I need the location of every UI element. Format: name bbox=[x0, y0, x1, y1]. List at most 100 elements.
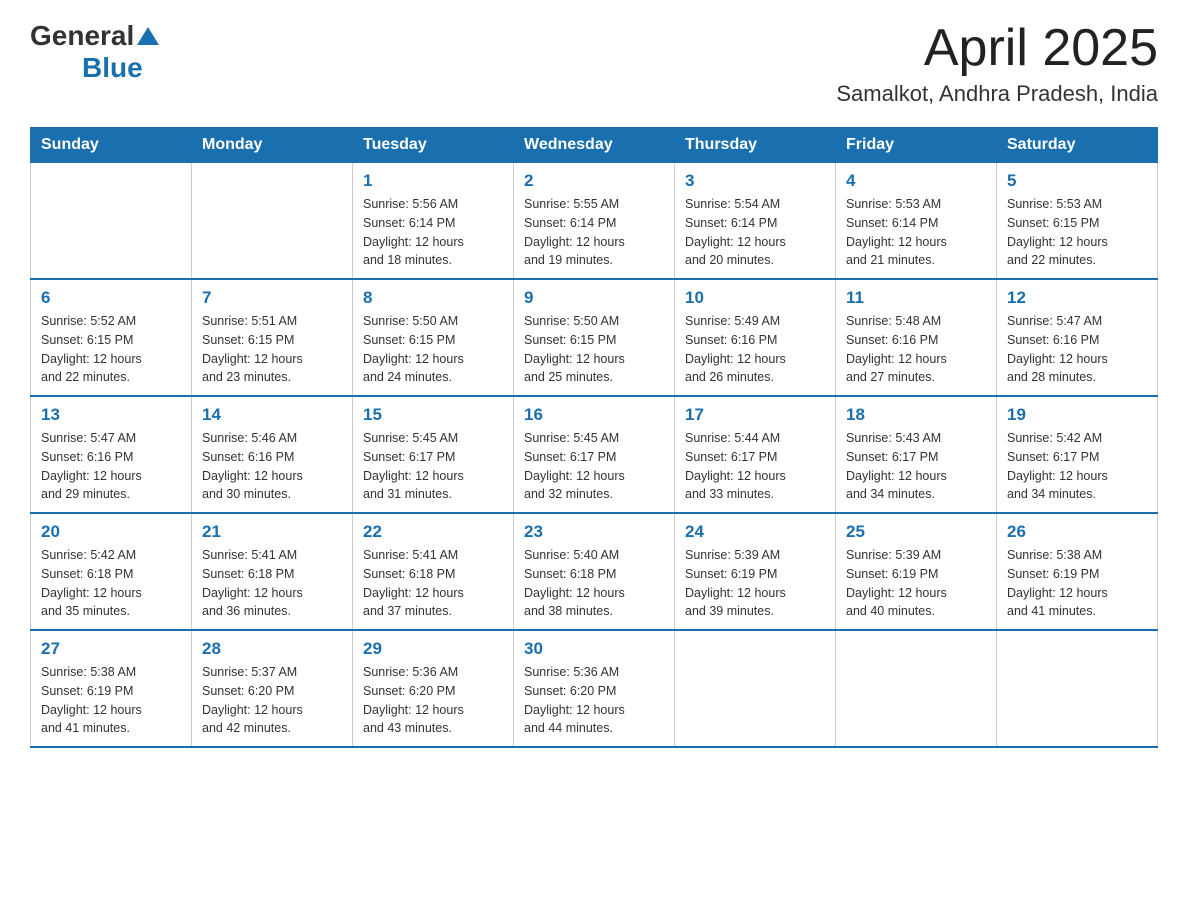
day-info: Sunrise: 5:42 AMSunset: 6:18 PMDaylight:… bbox=[41, 546, 181, 621]
calendar-cell: 26Sunrise: 5:38 AMSunset: 6:19 PMDayligh… bbox=[997, 513, 1158, 630]
calendar-cell: 22 Sunrise: 5:41 AMSunset: 6:18 PMDayligh… bbox=[353, 513, 514, 630]
day-info: Sunrise: 5:43 AMSunset: 6:17 PMDaylight:… bbox=[846, 429, 986, 504]
day-info: Sunrise: 5:39 AMSunset: 6:19 PMDaylight:… bbox=[685, 546, 825, 621]
day-number: 1 bbox=[363, 171, 503, 191]
calendar-cell: 25Sunrise: 5:39 AMSunset: 6:19 PMDayligh… bbox=[836, 513, 997, 630]
day-number: 6 bbox=[41, 288, 181, 308]
calendar-cell: 15 Sunrise: 5:45 AMSunset: 6:17 PMDayligh… bbox=[353, 396, 514, 513]
day-info: Sunrise: 5:44 AMSunset: 6:17 PMDaylight:… bbox=[685, 429, 825, 504]
calendar-cell: 28 Sunrise: 5:37 AMSunset: 6:20 PMDayligh… bbox=[192, 630, 353, 747]
calendar-cell: 14 Sunrise: 5:46 AMSunset: 6:16 PMDayligh… bbox=[192, 396, 353, 513]
calendar-cell: 18 Sunrise: 5:43 AMSunset: 6:17 PMDayligh… bbox=[836, 396, 997, 513]
calendar-table: SundayMondayTuesdayWednesdayThursdayFrid… bbox=[30, 127, 1158, 748]
day-info: Sunrise: 5:47 AMSunset: 6:16 PMDaylight:… bbox=[1007, 312, 1147, 387]
day-info: Sunrise: 5:36 AMSunset: 6:20 PMDaylight:… bbox=[363, 663, 503, 738]
calendar-week-row: 1 Sunrise: 5:56 AMSunset: 6:14 PMDaylight… bbox=[31, 163, 1158, 280]
day-number: 7 bbox=[202, 288, 342, 308]
day-info: Sunrise: 5:47 AMSunset: 6:16 PMDaylight:… bbox=[41, 429, 181, 504]
day-number: 16 bbox=[524, 405, 664, 425]
day-info: Sunrise: 5:36 AMSunset: 6:20 PMDaylight:… bbox=[524, 663, 664, 738]
day-number: 5 bbox=[1007, 171, 1147, 191]
day-number: 17 bbox=[685, 405, 825, 425]
calendar-header-friday: Friday bbox=[836, 128, 997, 163]
calendar-header-wednesday: Wednesday bbox=[514, 128, 675, 163]
day-number: 8 bbox=[363, 288, 503, 308]
day-info: Sunrise: 5:53 AMSunset: 6:14 PMDaylight:… bbox=[846, 195, 986, 270]
day-number: 19 bbox=[1007, 405, 1147, 425]
calendar-cell: 30 Sunrise: 5:36 AMSunset: 6:20 PMDayligh… bbox=[514, 630, 675, 747]
calendar-cell bbox=[836, 630, 997, 747]
day-info: Sunrise: 5:38 AMSunset: 6:19 PMDaylight:… bbox=[41, 663, 181, 738]
calendar-header-tuesday: Tuesday bbox=[353, 128, 514, 163]
day-number: 18 bbox=[846, 405, 986, 425]
title-section: April 2025 Samalkot, Andhra Pradesh, Ind… bbox=[836, 20, 1158, 107]
day-number: 4 bbox=[846, 171, 986, 191]
calendar-cell bbox=[192, 163, 353, 280]
day-info: Sunrise: 5:56 AMSunset: 6:14 PMDaylight:… bbox=[363, 195, 503, 270]
day-info: Sunrise: 5:41 AMSunset: 6:18 PMDaylight:… bbox=[202, 546, 342, 621]
day-info: Sunrise: 5:48 AMSunset: 6:16 PMDaylight:… bbox=[846, 312, 986, 387]
calendar-week-row: 20 Sunrise: 5:42 AMSunset: 6:18 PMDayligh… bbox=[31, 513, 1158, 630]
day-number: 21 bbox=[202, 522, 342, 542]
logo-general-text: General bbox=[30, 20, 134, 52]
calendar-cell: 19 Sunrise: 5:42 AMSunset: 6:17 PMDayligh… bbox=[997, 396, 1158, 513]
calendar-cell: 6 Sunrise: 5:52 AMSunset: 6:15 PMDaylight… bbox=[31, 279, 192, 396]
day-number: 23 bbox=[524, 522, 664, 542]
calendar-cell bbox=[31, 163, 192, 280]
day-number: 2 bbox=[524, 171, 664, 191]
day-info: Sunrise: 5:53 AMSunset: 6:15 PMDaylight:… bbox=[1007, 195, 1147, 270]
day-info: Sunrise: 5:37 AMSunset: 6:20 PMDaylight:… bbox=[202, 663, 342, 738]
month-year-title: April 2025 bbox=[836, 20, 1158, 77]
day-info: Sunrise: 5:45 AMSunset: 6:17 PMDaylight:… bbox=[524, 429, 664, 504]
calendar-cell: 17 Sunrise: 5:44 AMSunset: 6:17 PMDayligh… bbox=[675, 396, 836, 513]
day-number: 27 bbox=[41, 639, 181, 659]
day-number: 24 bbox=[685, 522, 825, 542]
day-info: Sunrise: 5:45 AMSunset: 6:17 PMDaylight:… bbox=[363, 429, 503, 504]
calendar-cell: 8 Sunrise: 5:50 AMSunset: 6:15 PMDaylight… bbox=[353, 279, 514, 396]
calendar-header-thursday: Thursday bbox=[675, 128, 836, 163]
day-info: Sunrise: 5:51 AMSunset: 6:15 PMDaylight:… bbox=[202, 312, 342, 387]
calendar-week-row: 13 Sunrise: 5:47 AMSunset: 6:16 PMDayligh… bbox=[31, 396, 1158, 513]
day-info: Sunrise: 5:54 AMSunset: 6:14 PMDaylight:… bbox=[685, 195, 825, 270]
day-info: Sunrise: 5:52 AMSunset: 6:15 PMDaylight:… bbox=[41, 312, 181, 387]
day-info: Sunrise: 5:55 AMSunset: 6:14 PMDaylight:… bbox=[524, 195, 664, 270]
day-number: 28 bbox=[202, 639, 342, 659]
calendar-header-row: SundayMondayTuesdayWednesdayThursdayFrid… bbox=[31, 128, 1158, 163]
calendar-cell: 11 Sunrise: 5:48 AMSunset: 6:16 PMDayligh… bbox=[836, 279, 997, 396]
day-number: 22 bbox=[363, 522, 503, 542]
calendar-cell: 2 Sunrise: 5:55 AMSunset: 6:14 PMDaylight… bbox=[514, 163, 675, 280]
calendar-week-row: 27 Sunrise: 5:38 AMSunset: 6:19 PMDayligh… bbox=[31, 630, 1158, 747]
location-subtitle: Samalkot, Andhra Pradesh, India bbox=[836, 81, 1158, 107]
calendar-cell: 12Sunrise: 5:47 AMSunset: 6:16 PMDayligh… bbox=[997, 279, 1158, 396]
calendar-cell: 24 Sunrise: 5:39 AMSunset: 6:19 PMDayligh… bbox=[675, 513, 836, 630]
calendar-cell bbox=[675, 630, 836, 747]
day-info: Sunrise: 5:50 AMSunset: 6:15 PMDaylight:… bbox=[524, 312, 664, 387]
day-info: Sunrise: 5:49 AMSunset: 6:16 PMDaylight:… bbox=[685, 312, 825, 387]
day-info: Sunrise: 5:50 AMSunset: 6:15 PMDaylight:… bbox=[363, 312, 503, 387]
calendar-week-row: 6 Sunrise: 5:52 AMSunset: 6:15 PMDaylight… bbox=[31, 279, 1158, 396]
day-number: 11 bbox=[846, 288, 986, 308]
calendar-cell: 7 Sunrise: 5:51 AMSunset: 6:15 PMDaylight… bbox=[192, 279, 353, 396]
calendar-cell: 27 Sunrise: 5:38 AMSunset: 6:19 PMDayligh… bbox=[31, 630, 192, 747]
day-number: 20 bbox=[41, 522, 181, 542]
day-info: Sunrise: 5:46 AMSunset: 6:16 PMDaylight:… bbox=[202, 429, 342, 504]
calendar-cell bbox=[997, 630, 1158, 747]
day-number: 26 bbox=[1007, 522, 1147, 542]
page-header: General Blue April 2025 Samalkot, Andhra… bbox=[30, 20, 1158, 107]
calendar-cell: 9 Sunrise: 5:50 AMSunset: 6:15 PMDaylight… bbox=[514, 279, 675, 396]
calendar-header-sunday: Sunday bbox=[31, 128, 192, 163]
day-info: Sunrise: 5:42 AMSunset: 6:17 PMDaylight:… bbox=[1007, 429, 1147, 504]
day-number: 30 bbox=[524, 639, 664, 659]
day-info: Sunrise: 5:41 AMSunset: 6:18 PMDaylight:… bbox=[363, 546, 503, 621]
calendar-cell: 29Sunrise: 5:36 AMSunset: 6:20 PMDayligh… bbox=[353, 630, 514, 747]
calendar-cell: 16 Sunrise: 5:45 AMSunset: 6:17 PMDayligh… bbox=[514, 396, 675, 513]
calendar-cell: 10 Sunrise: 5:49 AMSunset: 6:16 PMDayligh… bbox=[675, 279, 836, 396]
day-number: 10 bbox=[685, 288, 825, 308]
logo-triangle-icon bbox=[137, 25, 159, 47]
calendar-cell: 13 Sunrise: 5:47 AMSunset: 6:16 PMDayligh… bbox=[31, 396, 192, 513]
day-number: 9 bbox=[524, 288, 664, 308]
day-number: 14 bbox=[202, 405, 342, 425]
day-number: 15 bbox=[363, 405, 503, 425]
day-number: 13 bbox=[41, 405, 181, 425]
calendar-cell: 5 Sunrise: 5:53 AMSunset: 6:15 PMDaylight… bbox=[997, 163, 1158, 280]
